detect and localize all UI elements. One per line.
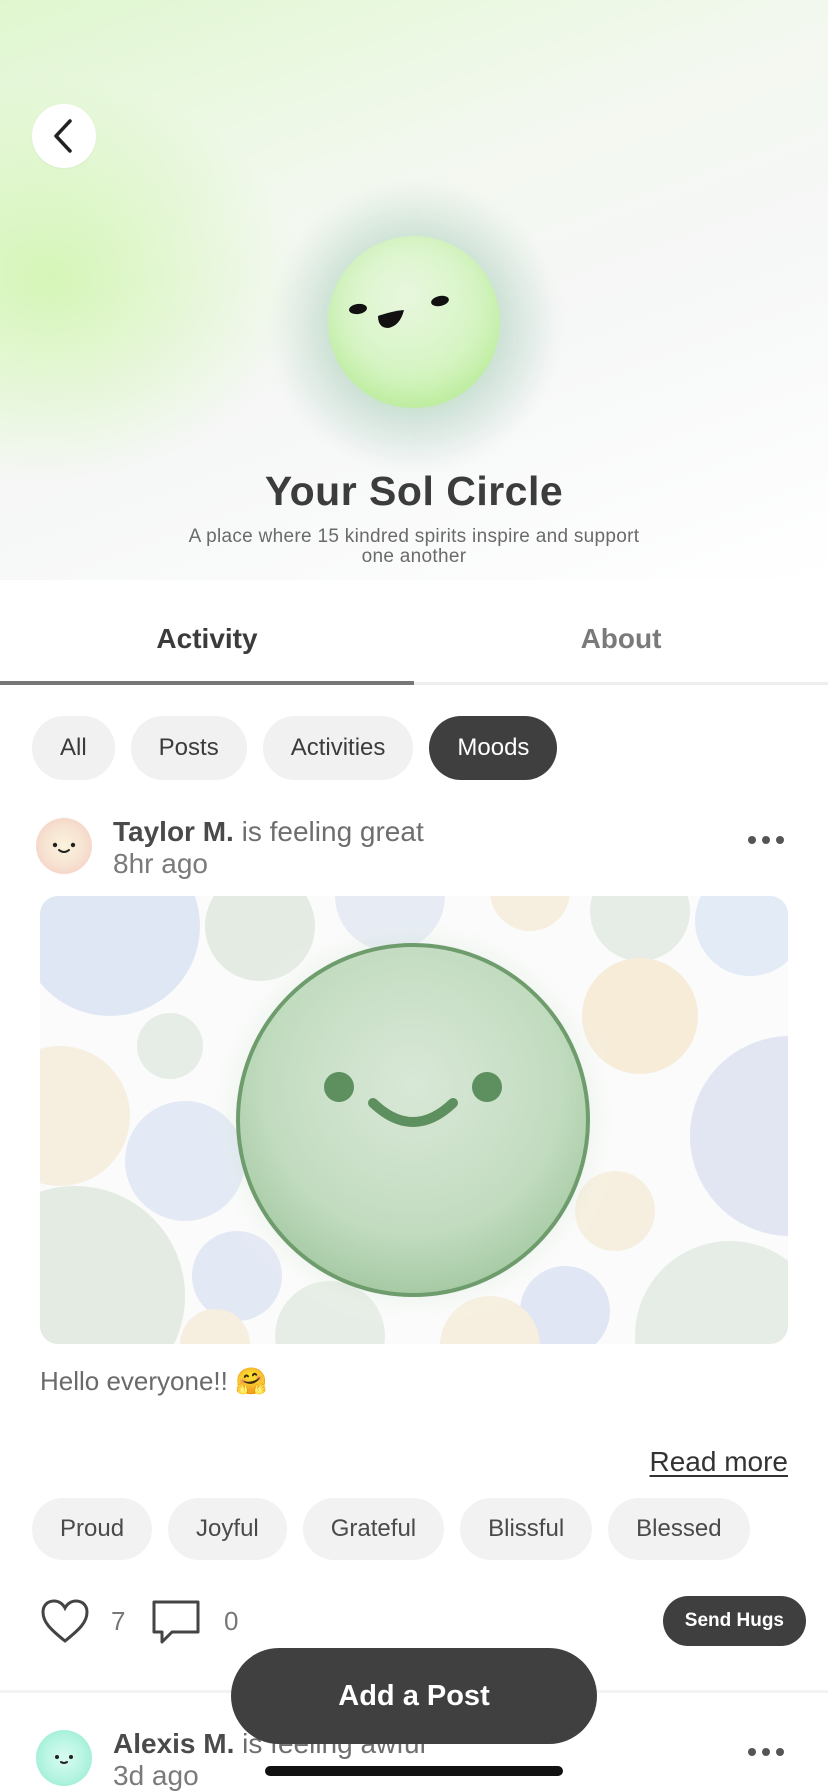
smile-face-icon <box>55 1755 73 1764</box>
mood-tag: Proud <box>32 1498 153 1560</box>
filter-moods[interactable]: Moods <box>429 716 558 780</box>
comment-icon[interactable] <box>150 1598 202 1646</box>
smile-face-icon <box>52 842 76 853</box>
filter-posts[interactable]: Posts <box>130 716 247 780</box>
post-time: 8hr ago <box>113 848 208 879</box>
filter-all[interactable]: All <box>32 716 115 780</box>
post-feeling: is feeling great <box>241 816 424 847</box>
post-actions: 7 0 Send Hugs <box>40 1596 806 1652</box>
mood-orb-illustration <box>40 896 788 1344</box>
filter-activities[interactable]: Activities <box>262 716 414 780</box>
add-post-button[interactable]: Add a Post <box>231 1648 597 1744</box>
chevron-left-icon <box>54 119 72 153</box>
back-button[interactable] <box>32 104 96 168</box>
like-count: 7 <box>111 1606 126 1636</box>
mood-tags: Proud Joyful Grateful Blissful Blessed <box>32 1498 750 1560</box>
filter-chips: All Posts Activities Moods <box>32 716 558 780</box>
mood-tag: Blessed <box>608 1498 750 1560</box>
mood-tag: Blissful <box>460 1498 593 1560</box>
mood-image <box>40 896 788 1344</box>
page-subtitle: A place where 15 kindred spirits inspire… <box>188 526 640 567</box>
post-author[interactable]: Alexis M. <box>113 1728 234 1759</box>
post-time: 3d ago <box>113 1760 199 1791</box>
more-options-icon[interactable] <box>748 836 784 844</box>
send-hugs-button[interactable]: Send Hugs <box>662 1596 806 1646</box>
post-text: Hello everyone!! 🤗 <box>40 1366 268 1396</box>
comment-count: 0 <box>224 1606 239 1636</box>
more-options-icon[interactable] <box>748 1748 784 1756</box>
home-indicator <box>265 1766 563 1776</box>
sol-orb-avatar <box>328 236 500 408</box>
read-more-link[interactable]: Read more <box>649 1446 788 1478</box>
avatar[interactable] <box>36 1730 92 1786</box>
tab-activity[interactable]: Activity <box>0 596 414 685</box>
circle-header: Your Sol Circle A place where 15 kindred… <box>0 0 828 580</box>
page-title: Your Sol Circle <box>264 468 564 514</box>
mood-tag: Joyful <box>168 1498 287 1560</box>
post-author[interactable]: Taylor M. <box>113 816 234 847</box>
post-header: Taylor M. is feeling great 8hr ago <box>36 814 796 880</box>
heart-icon[interactable] <box>40 1598 90 1644</box>
tab-bar: Activity About <box>0 596 828 685</box>
wink-face-icon <box>349 295 449 328</box>
post-author-line: Taylor M. is feeling great <box>113 816 424 848</box>
mood-tag: Grateful <box>302 1498 445 1560</box>
avatar[interactable] <box>36 818 92 874</box>
tab-about[interactable]: About <box>414 596 828 682</box>
